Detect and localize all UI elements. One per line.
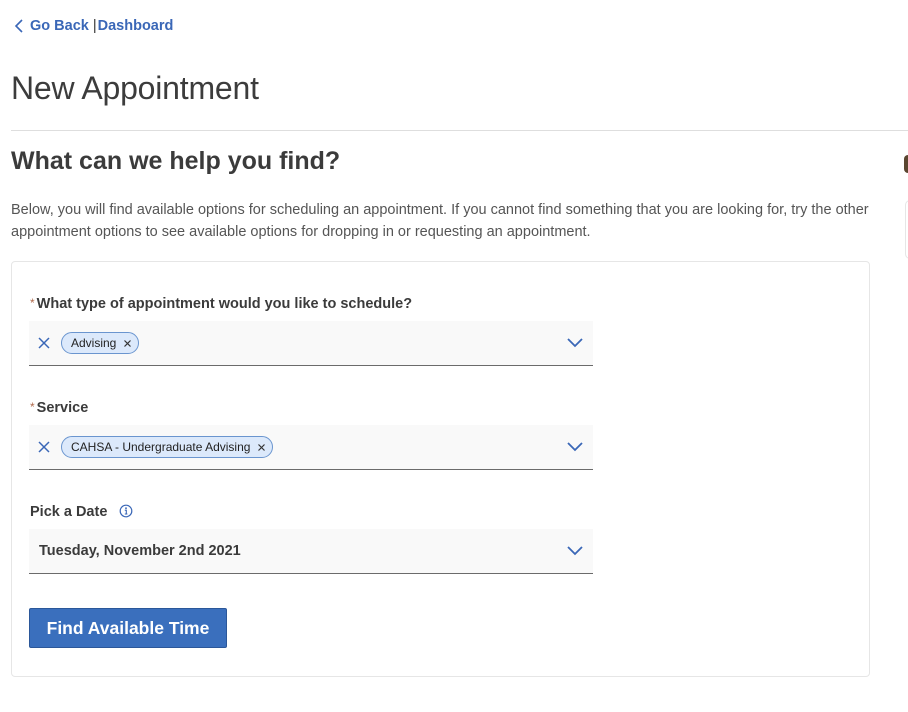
chevron-down-icon[interactable] bbox=[567, 544, 583, 556]
selected-chip: Advising bbox=[61, 332, 140, 354]
search-form-card: * What type of appointment would you like… bbox=[11, 261, 870, 677]
appointment-type-label: * What type of appointment would you like… bbox=[30, 296, 413, 312]
service-select[interactable]: CAHSA - Undergraduate Advising bbox=[29, 425, 593, 470]
intro-text: Below, you will find available options f… bbox=[11, 202, 869, 240]
date-value: Tuesday, November 2nd 2021 bbox=[39, 543, 241, 559]
info-icon[interactable] bbox=[119, 504, 133, 518]
chevron-left-icon[interactable] bbox=[12, 17, 26, 35]
appointment-type-select[interactable]: Advising bbox=[29, 321, 593, 366]
clear-selection-icon[interactable] bbox=[37, 336, 51, 350]
page-title: New Appointment bbox=[11, 70, 259, 106]
remove-chip-icon[interactable] bbox=[123, 339, 132, 348]
service-label: * Service bbox=[30, 400, 89, 416]
required-marker: * bbox=[30, 296, 35, 310]
required-marker: * bbox=[30, 400, 35, 414]
chevron-down-icon[interactable] bbox=[567, 336, 583, 348]
dashboard-link[interactable]: Dashboard bbox=[98, 18, 174, 34]
title-divider bbox=[11, 130, 908, 131]
date-picker[interactable]: Tuesday, November 2nd 2021 bbox=[29, 529, 593, 574]
remove-chip-icon[interactable] bbox=[257, 443, 266, 452]
breadcrumb-separator: | bbox=[92, 18, 97, 34]
find-available-time-button[interactable]: Find Available Time bbox=[29, 608, 227, 648]
side-panel-heading-fragment bbox=[904, 155, 908, 173]
chevron-down-icon[interactable] bbox=[567, 440, 583, 452]
breadcrumb: Go Back | Dashboard bbox=[12, 17, 173, 35]
clear-selection-icon[interactable] bbox=[37, 440, 51, 454]
section-title: What can we help you find? bbox=[11, 147, 341, 175]
selected-chip: CAHSA - Undergraduate Advising bbox=[61, 436, 274, 458]
go-back-link[interactable]: Go Back bbox=[30, 18, 89, 34]
date-label: Pick a Date bbox=[30, 504, 133, 520]
